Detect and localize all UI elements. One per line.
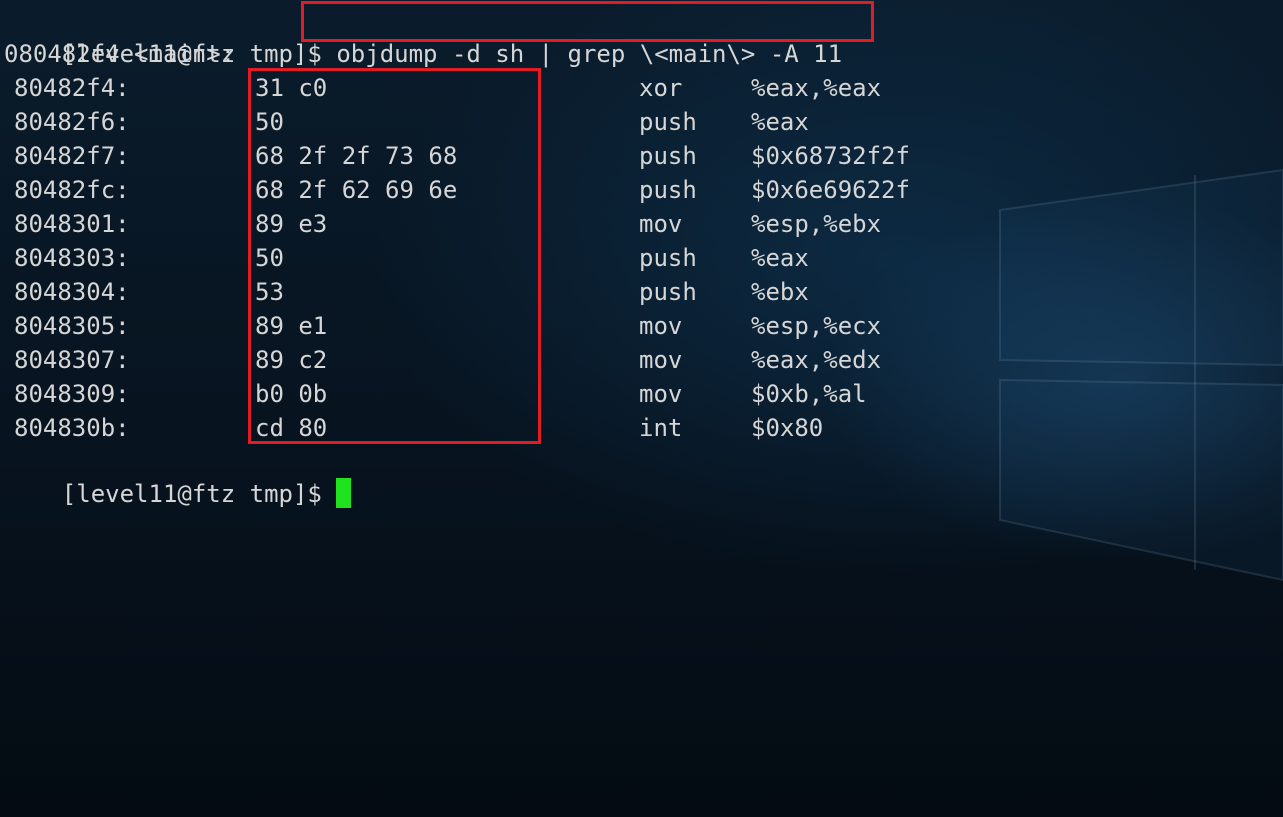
terminal-window[interactable]: [level11@ftz tmp]$ objdump -d sh | grep … [0,0,1283,817]
disassembly-row: 8048301: 89 e3 mov %esp,%ebx [0,207,1283,241]
instruction-operands: %eax,%edx [751,346,882,374]
final-prompt-line[interactable]: [level11@ftz tmp]$ [4,443,352,508]
instruction-operands: $0xb,%al [751,380,867,408]
instruction-operands: %eax [751,244,809,272]
disassembly-row: 80482fc: 68 2f 62 69 6e push $0x6e69622f [0,173,1283,207]
instruction-mnemonic: mov [639,312,683,340]
instruction-mnemonic: push [639,278,697,306]
instruction-address: 80482f7: [14,142,130,170]
instruction-operands: $0x68732f2f [751,142,910,170]
instruction-mnemonic: mov [639,210,683,238]
instruction-operands: %esp,%ecx [751,312,882,340]
instruction-address: 80482f6: [14,108,130,136]
terminal-cursor [336,478,352,508]
disassembly-row: 8048304: 53 push %ebx [0,275,1283,309]
instruction-operands: $0x6e69622f [751,176,910,204]
instruction-address: 8048301: [14,210,130,238]
instruction-address: 8048304: [14,278,130,306]
command-text: objdump -d sh | grep \<main\> -A 11 [336,40,843,68]
instruction-mnemonic: mov [639,380,683,408]
disassembly-row: 8048309: b0 0b mov $0xb,%al [0,377,1283,411]
instruction-mnemonic: int [639,414,683,442]
instruction-address: 8048309: [14,380,130,408]
disassembly-row: 80482f7: 68 2f 2f 73 68 push $0x68732f2f [0,139,1283,173]
instruction-mnemonic: push [639,176,697,204]
disassembly-row: 8048305: 89 e1 mov %esp,%ecx [0,309,1283,343]
command-highlight-box [301,1,874,42]
instruction-operands: %eax [751,108,809,136]
instruction-mnemonic: xor [639,74,683,102]
disassembly-row: 8048307: 89 c2 mov %eax,%edx [0,343,1283,377]
instruction-operands: $0x80 [751,414,824,442]
instruction-operands: %eax,%eax [751,74,882,102]
instruction-address: 8048303: [14,244,130,272]
shell-prompt: [level11@ftz tmp]$ [61,480,337,508]
instruction-address: 804830b: [14,414,130,442]
instruction-mnemonic: push [639,244,697,272]
function-header: 080482f4 <main>: [4,40,236,68]
instruction-address: 80482f4: [14,74,130,102]
instruction-operands: %ebx [751,278,809,306]
instruction-mnemonic: mov [639,346,683,374]
disassembly-row: 80482f6: 50 push %eax [0,105,1283,139]
instruction-mnemonic: push [639,108,697,136]
instruction-address: 80482fc: [14,176,130,204]
disassembly-row: 80482f4: 31 c0 xor %eax,%eax [0,71,1283,105]
instruction-address: 8048305: [14,312,130,340]
opcode-bytes-highlight-box [248,68,541,444]
instruction-address: 8048307: [14,346,130,374]
instruction-mnemonic: push [639,142,697,170]
disassembly-row: 8048303: 50 push %eax [0,241,1283,275]
disassembly-row: 804830b: cd 80 int $0x80 [0,411,1283,445]
instruction-operands: %esp,%ebx [751,210,882,238]
